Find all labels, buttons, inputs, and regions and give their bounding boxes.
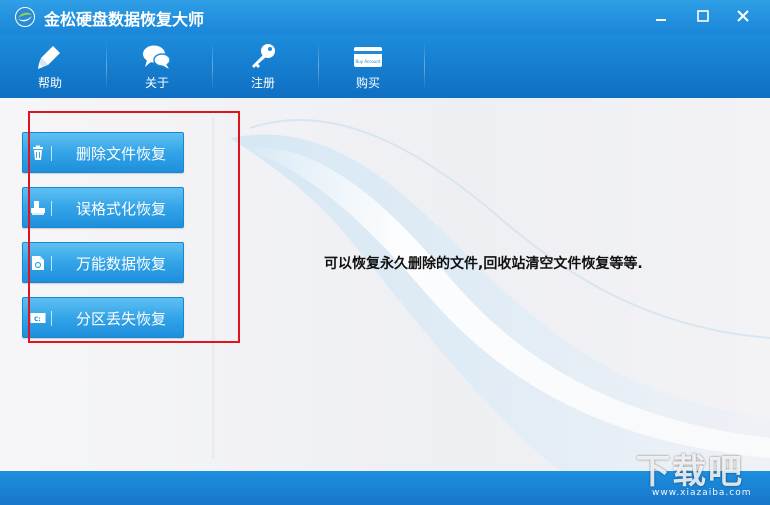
maximize-icon [697,10,709,22]
watermark: 下载吧 www.xiazaiba.com [632,444,764,502]
app-logo-icon [15,7,35,27]
minimize-icon [656,19,666,21]
buy-button[interactable]: Buy Account 购买 [328,34,408,98]
toolbar: 帮助 关于 注册 Buy Account 购买 [0,34,770,98]
maximize-button[interactable] [688,4,718,28]
chat-bubbles-icon [143,45,171,69]
title-bar[interactable]: 金松硬盘数据恢复大师 [0,0,770,34]
watermark-text: 下载吧 [636,452,744,492]
window-title: 金松硬盘数据恢复大师 [44,10,205,29]
toolbar-divider [106,42,107,90]
close-icon [737,10,749,22]
about-button[interactable]: 关于 [117,34,197,98]
card-text: Buy Account [355,59,381,64]
register-label: 注册 [250,76,275,90]
help-button[interactable]: 帮助 [10,34,90,98]
mode-description: 可以恢复永久删除的文件,回收站清空文件恢复等等. [324,256,643,272]
minimize-button[interactable] [646,4,676,28]
toolbar-divider [318,42,319,90]
main-content: 删除文件恢复 误格式化恢复 万能数据恢复 C: 分区丢失恢复 可以恢复永久删除的… [0,98,770,471]
about-label: 关于 [144,76,169,90]
card-icon: Buy Account [354,47,382,67]
key-icon [252,44,275,68]
red-highlight-box [28,111,240,343]
register-button[interactable]: 注册 [223,34,303,98]
pen-icon [38,46,60,69]
help-label: 帮助 [37,76,62,90]
buy-label: 购买 [355,76,380,90]
app-window: 金松硬盘数据恢复大师 帮助 关于 注册 Buy Account 购买 删除文件恢… [0,0,770,505]
toolbar-divider [212,42,213,90]
watermark-url: www.xiazaiba.com [652,488,752,498]
toolbar-divider [424,42,425,90]
close-button[interactable] [728,4,758,28]
